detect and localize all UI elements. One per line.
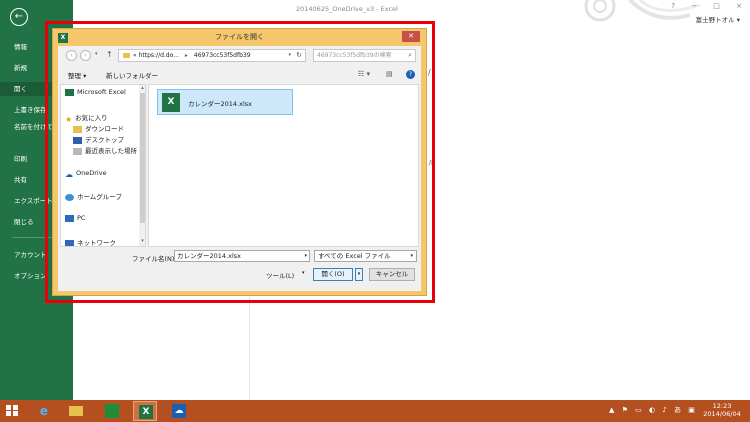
back-arrow-icon[interactable]: ← (10, 8, 28, 26)
clock[interactable]: 12:23 2014/06/04 (698, 402, 746, 418)
preview-pane-icon[interactable]: ▤ (386, 70, 393, 78)
window-title: 20140625_OneDrive_v3 - Excel (296, 5, 398, 13)
search-input[interactable]: 46973cc53f5dfb39の検索 ⌕ (313, 49, 416, 62)
star-icon: ★ (65, 114, 73, 124)
battery-icon[interactable]: ▭ (635, 406, 642, 414)
background-text: ル (428, 159, 435, 167)
navigation-bar: ‹ › ▾ ↑ « https://d.do... ▸ 46973cc53f5dfb… (58, 46, 421, 66)
open-dropdown-icon[interactable]: ▾ (355, 268, 363, 281)
scroll-thumb[interactable] (140, 93, 145, 223)
search-icon[interactable]: ⌕ (408, 50, 412, 61)
close-window-icon[interactable]: × (736, 2, 742, 10)
tools-button[interactable]: ツール(L) (266, 270, 294, 280)
address-bar[interactable]: « https://d.do... ▸ 46973cc53f5dfb39 ▾ ↻ (118, 49, 306, 62)
user-account[interactable]: 富士野トオル ▾ (696, 14, 740, 24)
homegroup-icon (65, 193, 74, 201)
computer-icon (65, 214, 74, 222)
onedrive-icon: ☁ (172, 404, 186, 418)
ime-icon[interactable]: あ (674, 406, 681, 414)
file-name: カレンダー2014.xlsx (188, 100, 252, 108)
history-dropdown-icon[interactable]: ▾ (95, 51, 98, 57)
new-folder-button[interactable]: 新しいフォルダー (106, 70, 158, 80)
nav-item-pc[interactable]: PC (65, 214, 85, 222)
open-button[interactable]: 開く(O) (313, 268, 353, 281)
dialog-title: ファイルを開く (215, 33, 264, 41)
nav-item-microsoft-excel[interactable]: Microsoft Excel (65, 88, 126, 96)
filename-dropdown-icon[interactable]: ▾ (304, 251, 307, 261)
taskbar: e X ☁ ▲ ⚑ ▭ ◐ ♪ あ ▣ 12:23 2014/06/04 (0, 400, 750, 422)
nav-item-homegroup[interactable]: ホームグループ (65, 191, 122, 201)
address-folder[interactable]: 46973cc53f5dfb39 (194, 52, 251, 59)
tray-expand-icon[interactable]: ▲ (609, 406, 614, 414)
view-options-icon[interactable]: ☷ ▾ (358, 70, 370, 78)
background-text: / (428, 68, 431, 77)
refresh-icon[interactable]: ↻ (296, 50, 302, 61)
nav-item-recent-places[interactable]: 最近表示した場所 (73, 145, 137, 155)
clock-date: 2014/06/04 (703, 410, 741, 418)
address-separator-icon[interactable]: ▸ (185, 52, 188, 59)
taskbar-store[interactable] (100, 401, 124, 421)
desktop-icon (73, 136, 82, 144)
minimize-icon[interactable]: − (691, 2, 697, 10)
navigation-pane: Microsoft Excel ★ お気に入り ダウンロード デスクトップ 最近表… (60, 84, 146, 247)
close-icon[interactable]: ✕ (402, 31, 420, 42)
taskbar-explorer[interactable] (64, 401, 88, 421)
help-icon[interactable]: ? (406, 70, 415, 79)
command-bar: 整理 ▾ 新しいフォルダー ☷ ▾ ▤ ? (58, 68, 421, 82)
filetype-dropdown-icon[interactable]: ▾ (410, 251, 413, 261)
file-list: X カレンダー2014.xlsx (148, 84, 419, 247)
scroll-down-icon[interactable]: ▾ (139, 238, 145, 244)
windows-start-icon[interactable] (6, 405, 19, 417)
window-controls: ? − □ × (657, 2, 742, 10)
download-folder-icon (73, 125, 82, 133)
taskbar-onedrive[interactable]: ☁ (167, 401, 191, 421)
excel-file-icon: X (162, 93, 180, 112)
file-item[interactable]: X カレンダー2014.xlsx (157, 89, 293, 115)
taskbar-excel[interactable]: X (133, 401, 157, 421)
search-placeholder: 46973cc53f5dfb39の検索 (317, 52, 392, 59)
cancel-button[interactable]: キャンセル (369, 268, 415, 281)
address-root[interactable]: « https://d.do... (133, 52, 179, 59)
excel-folder-icon (65, 88, 74, 96)
maximize-icon[interactable]: □ (713, 2, 720, 10)
keyboard-icon[interactable]: ▣ (688, 406, 695, 414)
folder-icon (123, 53, 130, 58)
recent-places-icon (73, 147, 82, 155)
volume-icon[interactable]: ♪ (662, 406, 666, 414)
open-file-dialog: X ファイルを開く ✕ ‹ › ▾ ↑ « https://d.do... ▸ 46… (52, 28, 427, 296)
forward-icon[interactable]: › (80, 50, 91, 61)
system-tray: ▲ ⚑ ▭ ◐ ♪ あ ▣ (609, 405, 700, 415)
dialog-body: ‹ › ▾ ↑ « https://d.do... ▸ 46973cc53f5dfb… (58, 46, 421, 291)
nav-item-network[interactable]: ネットワーク (65, 237, 116, 246)
filename-label: ファイル名(N): (132, 255, 177, 263)
organize-button[interactable]: 整理 ▾ (68, 70, 86, 80)
action-center-icon[interactable]: ⚑ (622, 406, 628, 414)
nav-item-downloads[interactable]: ダウンロード (73, 123, 124, 133)
address-dropdown-icon[interactable]: ▾ (288, 50, 291, 61)
back-icon[interactable]: ‹ (66, 50, 77, 61)
network-status-icon[interactable]: ◐ (649, 406, 655, 414)
network-icon (65, 239, 74, 246)
taskbar-ie[interactable]: e (32, 401, 56, 421)
help-icon[interactable]: ? (671, 2, 675, 10)
excel-icon: X (139, 405, 153, 419)
up-folder-icon[interactable]: ↑ (106, 50, 113, 59)
file-explorer-icon (69, 406, 83, 416)
internet-explorer-icon: e (39, 404, 49, 418)
filename-input[interactable]: カレンダー2014.xlsx ▾ (174, 250, 310, 262)
store-icon (105, 404, 119, 418)
nav-item-onedrive[interactable]: ☁ OneDrive (65, 169, 107, 179)
nav-item-desktop[interactable]: デスクトップ (73, 134, 124, 144)
tools-dropdown-icon[interactable]: ▾ (302, 270, 305, 276)
nav-item-favorites[interactable]: ★ お気に入り (65, 112, 108, 124)
clock-time: 12:23 (712, 402, 732, 410)
cloud-icon: ☁ (65, 169, 73, 179)
filetype-select[interactable]: すべての Excel ファイル ▾ (314, 250, 417, 262)
nav-scrollbar[interactable]: ▴ ▾ (139, 85, 145, 246)
scroll-up-icon[interactable]: ▴ (139, 85, 145, 91)
